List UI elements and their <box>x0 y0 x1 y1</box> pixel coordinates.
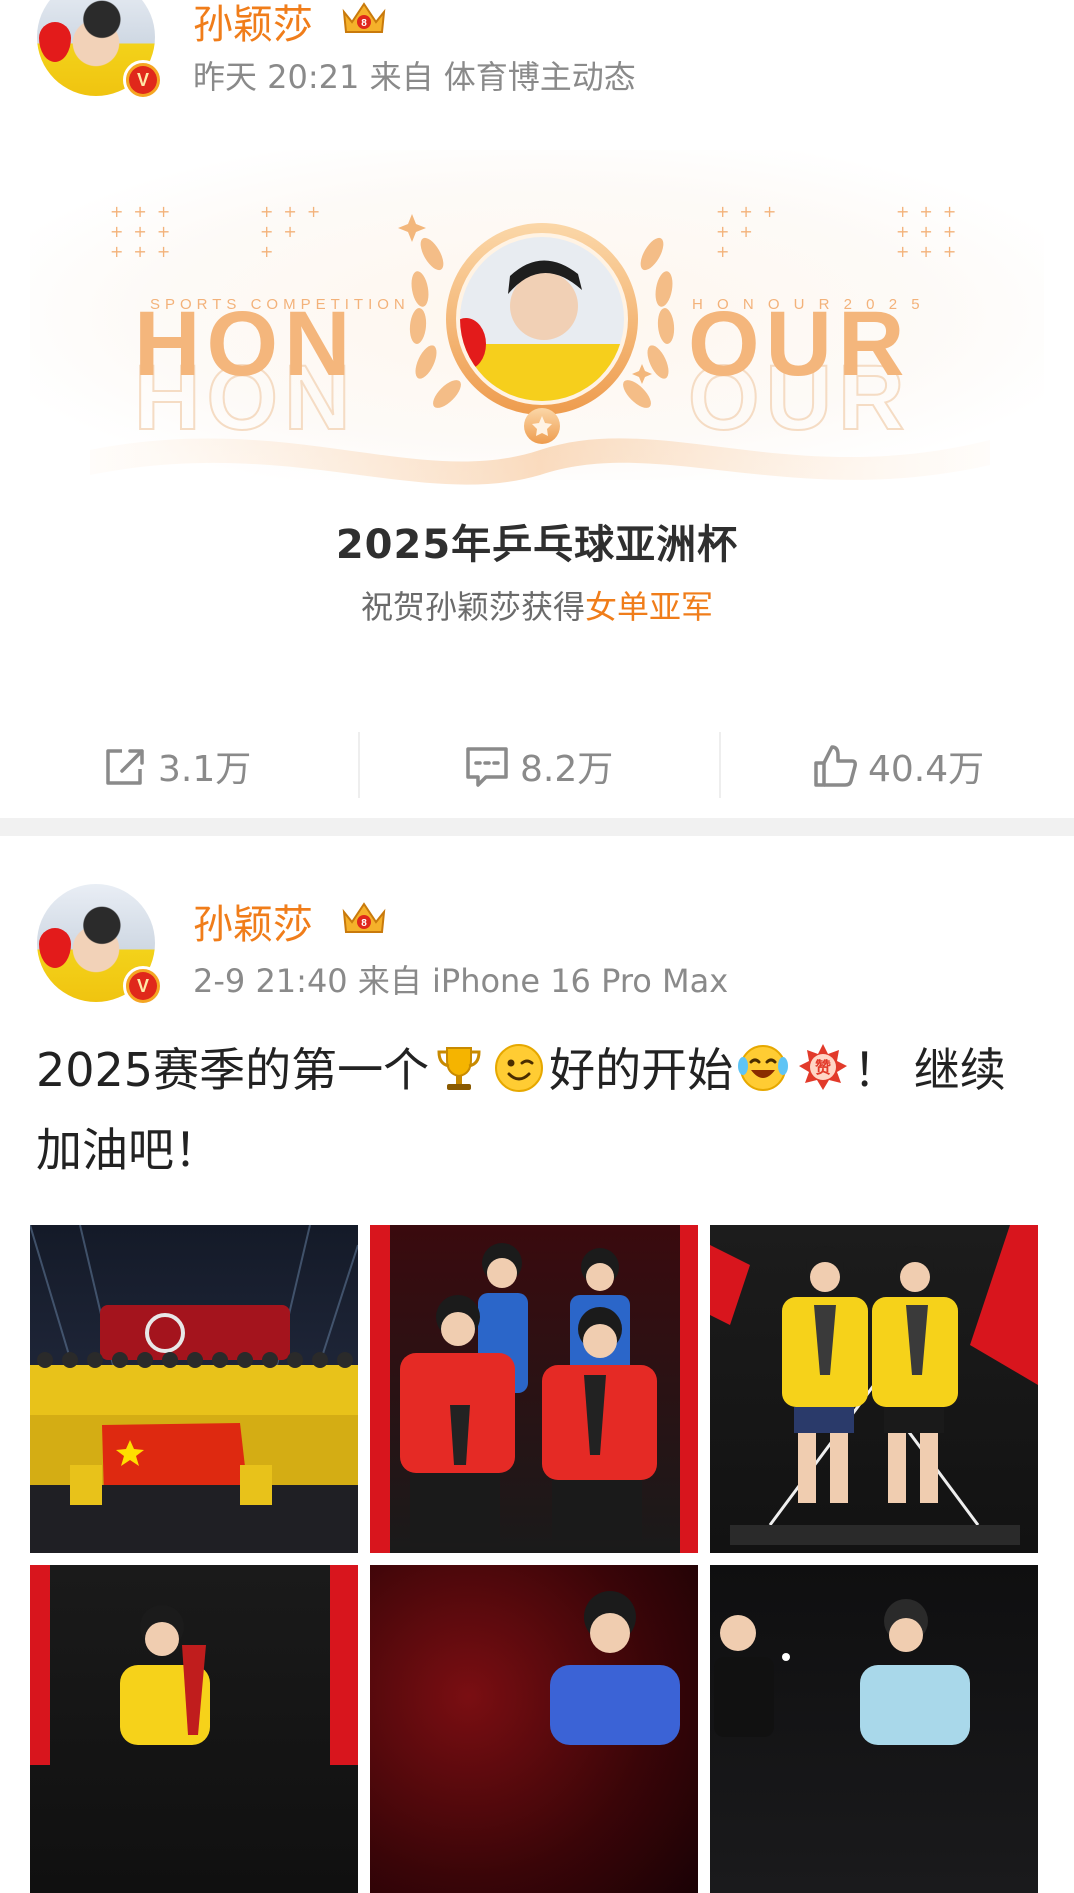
username[interactable]: 孙颖莎 <box>193 0 313 50</box>
svg-text:8: 8 <box>361 18 367 29</box>
decor-plus: +++ ++ + <box>260 202 331 261</box>
photo-thumbnail[interactable] <box>370 1565 698 1893</box>
username[interactable]: 孙颖莎 <box>193 892 313 950</box>
svg-text:赞: 赞 <box>814 1058 831 1077</box>
comment-icon <box>466 747 508 787</box>
svg-text:8: 8 <box>361 918 367 929</box>
decor-plus: +++ ++ + <box>716 202 787 261</box>
thumbs-up-icon <box>814 745 857 787</box>
photo-thumbnail[interactable] <box>710 1565 1038 1893</box>
crown-icon: 8 <box>342 902 386 933</box>
share-icon <box>106 749 144 785</box>
comment-button[interactable]: 8.2万 <box>462 738 613 794</box>
photo-thumbnail[interactable] <box>370 1225 698 1553</box>
verified-badge-icon: V <box>123 966 163 1006</box>
honour-title: 2025年乒乓球亚洲杯 <box>335 522 739 568</box>
word-right: OUR <box>688 293 911 395</box>
post-meta: 2-9 21:40 来自 iPhone 16 Pro Max <box>193 962 729 1000</box>
medal-laurel-icon <box>398 214 675 444</box>
decor-plus: +++ +++ +++ <box>110 202 181 261</box>
crown-icon: 8 <box>342 2 386 33</box>
laugh-cry-icon <box>738 1045 789 1091</box>
word-left: HON <box>134 293 357 395</box>
share-count: 3.1万 <box>158 749 252 790</box>
post-text: 2025赛季的第一个 好的开始 赞 ！ 继续加油吧！ <box>36 1043 1006 1177</box>
zan-icon: 赞 <box>799 1044 848 1090</box>
post-meta: 昨天 20:21 来自 体育博主动态 <box>193 58 636 96</box>
post-divider <box>0 818 1074 836</box>
wink-icon <box>495 1044 544 1092</box>
honour-subtitle: 祝贺孙颖莎获得女单亚军 <box>360 588 714 626</box>
verified-badge-icon: V <box>123 60 163 100</box>
like-count: 40.4万 <box>868 749 985 790</box>
trophy-icon <box>437 1047 481 1090</box>
comment-count: 8.2万 <box>520 749 614 790</box>
avatar[interactable]: V <box>37 0 163 100</box>
photo-thumbnail[interactable] <box>30 1225 358 1553</box>
decor-plus: +++ +++ +++ <box>896 202 967 261</box>
photo-thumbnail[interactable] <box>30 1565 358 1893</box>
avatar[interactable]: V <box>37 884 163 1006</box>
like-button[interactable]: 40.4万 <box>810 738 984 794</box>
share-button[interactable]: 3.1万 <box>100 738 251 794</box>
photo-thumbnail[interactable] <box>710 1225 1038 1553</box>
